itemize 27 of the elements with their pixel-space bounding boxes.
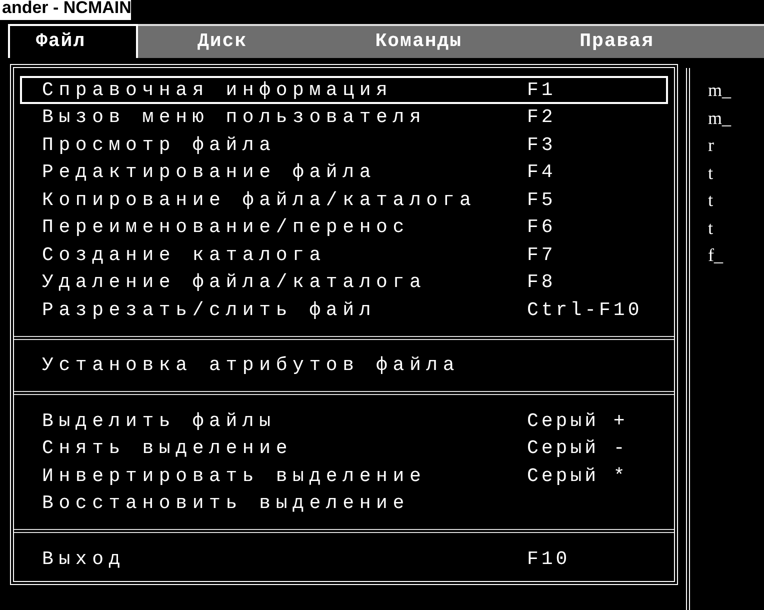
file-name[interactable]: m_: [708, 80, 764, 108]
menu-item[interactable]: Снять выделение Серый -: [20, 434, 668, 462]
menu-item[interactable]: Восстановить выделение: [20, 490, 668, 517]
menu-tab[interactable]: Команды: [375, 26, 470, 58]
menu-item[interactable]: Копирование файла/каталога F5: [20, 186, 668, 214]
menu-item[interactable]: Выделить файлы Серый +: [20, 407, 668, 434]
file-name[interactable]: t: [708, 218, 764, 245]
menu-tab[interactable]: Диск: [198, 26, 266, 58]
menu-item[interactable]: Справочная информация F1: [20, 76, 668, 104]
file-name[interactable]: t: [708, 162, 764, 190]
menu-item[interactable]: Просмотр файла F3: [20, 131, 668, 158]
menu-item[interactable]: Удаление файла/каталога F8: [20, 268, 668, 296]
window-title: ander - NCMAIN: [0, 0, 132, 20]
file-name[interactable]: t: [708, 190, 764, 218]
file-name[interactable]: m_: [708, 108, 764, 135]
menu-tab[interactable]: Файл: [8, 24, 138, 58]
file-name[interactable]: r: [708, 135, 764, 162]
menu-item[interactable]: Разрезать/слить файл Ctrl-F10: [20, 296, 668, 324]
menu-item[interactable]: Инвертировать выделение Серый *: [20, 462, 668, 490]
menu-item[interactable]: Переименование/перенос F6: [20, 214, 668, 241]
menu-item[interactable]: Вызов меню пользователя F2: [20, 104, 668, 131]
menu-item[interactable]: Выход F10: [20, 545, 668, 572]
menu-item[interactable]: Установка атрибутов файла: [20, 352, 668, 379]
menu-item[interactable]: Редактирование файла F4: [20, 158, 668, 186]
menu-tab[interactable]: Правая: [580, 26, 654, 58]
file-name[interactable]: f_: [708, 245, 764, 272]
menu-item[interactable]: Создание каталога F7: [20, 241, 668, 268]
